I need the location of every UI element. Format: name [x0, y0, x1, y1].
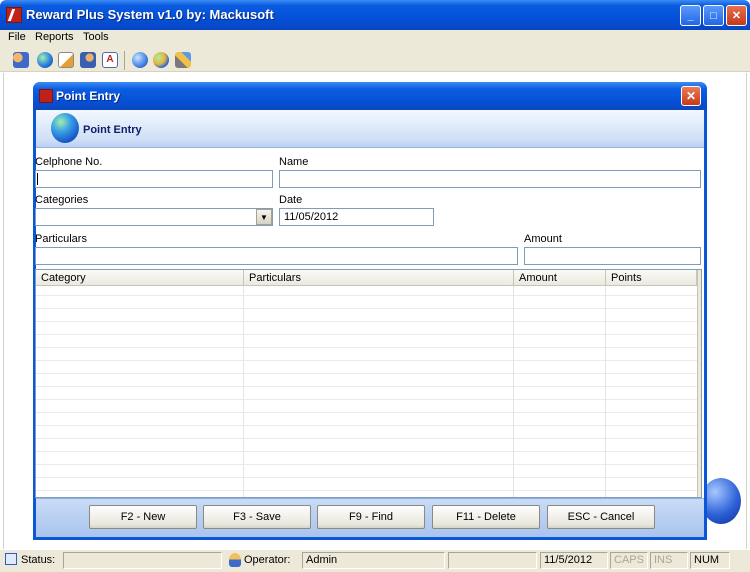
app-icon — [6, 7, 22, 23]
child-titlebar[interactable] — [33, 82, 707, 110]
menu-bar — [0, 30, 750, 48]
tools-icon[interactable] — [175, 52, 191, 68]
date-label: Date — [279, 194, 303, 206]
child-close-button[interactable]: ✕ — [681, 86, 701, 106]
column-header-amount[interactable]: Amount — [514, 270, 606, 286]
operator-value: Admin — [302, 552, 445, 569]
particulars-label: Particulars — [35, 233, 87, 245]
world-icon[interactable] — [132, 52, 148, 68]
celphone-label: Celphone No. — [35, 156, 103, 168]
name-label: Name — [279, 156, 309, 168]
status-label: Status: — [21, 554, 56, 566]
toolbar-separator — [124, 51, 125, 70]
grid-column-divider — [243, 286, 244, 497]
amount-label: Amount — [524, 233, 562, 245]
date-input[interactable] — [279, 208, 434, 226]
background-globe-icon — [701, 478, 741, 524]
find-button[interactable]: F9 - Find — [317, 505, 425, 529]
operator-label: Operator: — [244, 554, 291, 566]
document-icon[interactable]: A — [102, 52, 118, 68]
status-spacer — [448, 552, 537, 569]
status-icon — [5, 553, 17, 565]
child-window-title: Point Entry — [56, 89, 121, 103]
menu-reports[interactable]: Reports — [35, 31, 74, 43]
categories-label: Categories — [35, 194, 89, 206]
menu-tools[interactable]: Tools — [83, 31, 109, 43]
grid-scrollbar[interactable] — [697, 270, 701, 497]
child-app-icon — [39, 89, 53, 103]
column-header-points[interactable]: Points — [606, 270, 697, 286]
categories-combobox[interactable] — [35, 208, 273, 226]
delete-button[interactable]: F11 - Delete — [432, 505, 540, 529]
form-header-title: Point Entry — [83, 124, 142, 136]
ins-indicator: INS — [650, 552, 688, 569]
group-icon[interactable] — [80, 52, 96, 68]
column-header-particulars[interactable]: Particulars — [244, 270, 514, 286]
particulars-input[interactable] — [35, 247, 518, 265]
amount-input[interactable] — [524, 247, 701, 265]
window-title: Reward Plus System v1.0 by: Mackusoft — [26, 7, 274, 22]
status-date: 11/5/2012 — [540, 552, 608, 569]
name-input[interactable] — [279, 170, 701, 188]
world-settings-icon[interactable] — [153, 52, 169, 68]
celphone-input[interactable] — [35, 170, 273, 188]
close-button[interactable]: ✕ — [726, 5, 747, 26]
text-cursor — [37, 173, 38, 185]
grid-column-divider — [513, 286, 514, 497]
save-button[interactable]: F3 - Save — [203, 505, 311, 529]
maximize-button[interactable]: □ — [703, 5, 724, 26]
edit-icon[interactable] — [58, 52, 74, 68]
cancel-button[interactable]: ESC - Cancel — [547, 505, 655, 529]
users-icon[interactable] — [13, 52, 29, 68]
num-indicator: NUM — [690, 552, 730, 569]
column-header-category[interactable]: Category — [36, 270, 244, 286]
chevron-down-icon[interactable]: ▼ — [256, 209, 272, 225]
grid-column-divider — [605, 286, 606, 497]
caps-indicator: CAPS — [610, 552, 648, 569]
operator-icon — [229, 553, 241, 567]
status-value — [63, 552, 222, 569]
globe-icon[interactable] — [37, 52, 53, 68]
entries-grid[interactable] — [35, 269, 702, 498]
new-button[interactable]: F2 - New — [89, 505, 197, 529]
menu-file[interactable]: File — [8, 31, 26, 43]
minimize-button[interactable]: _ — [680, 5, 701, 26]
globe-icon — [51, 113, 79, 143]
